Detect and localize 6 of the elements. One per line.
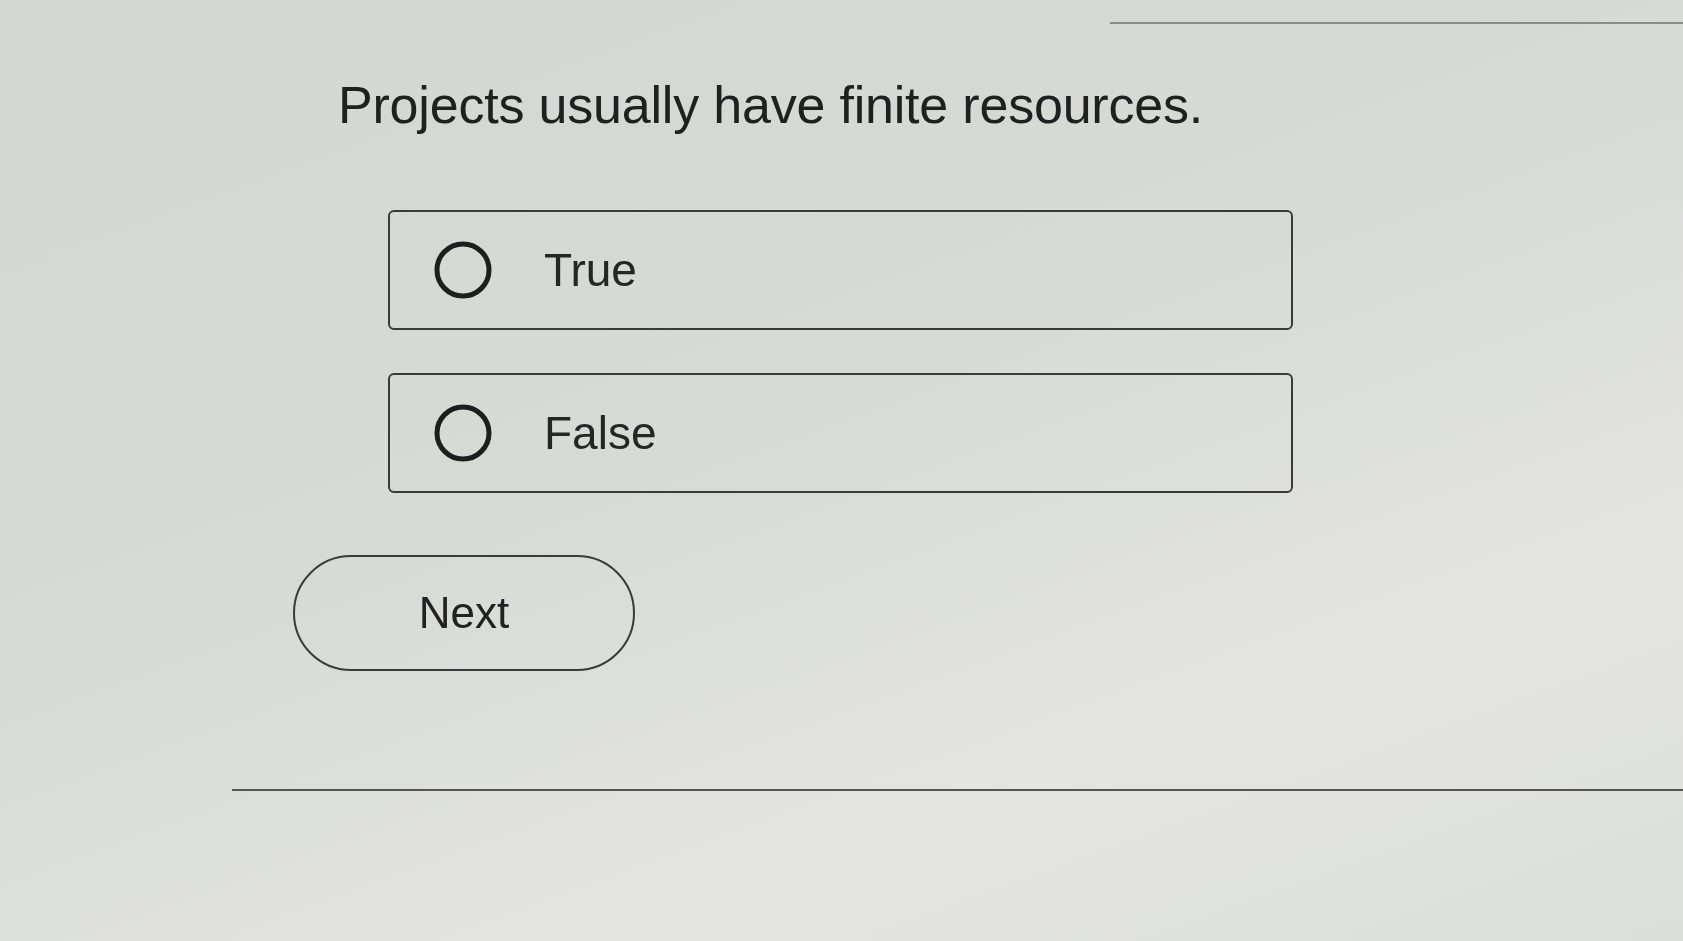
radio-button[interactable] bbox=[434, 404, 492, 463]
next-button[interactable]: Next bbox=[293, 555, 635, 672]
question-text: Projects usually have finite resources. bbox=[338, 75, 1205, 136]
answer-option[interactable]: True bbox=[388, 210, 1293, 331]
radio-button[interactable] bbox=[434, 241, 492, 300]
answer-option[interactable]: False bbox=[388, 373, 1293, 494]
